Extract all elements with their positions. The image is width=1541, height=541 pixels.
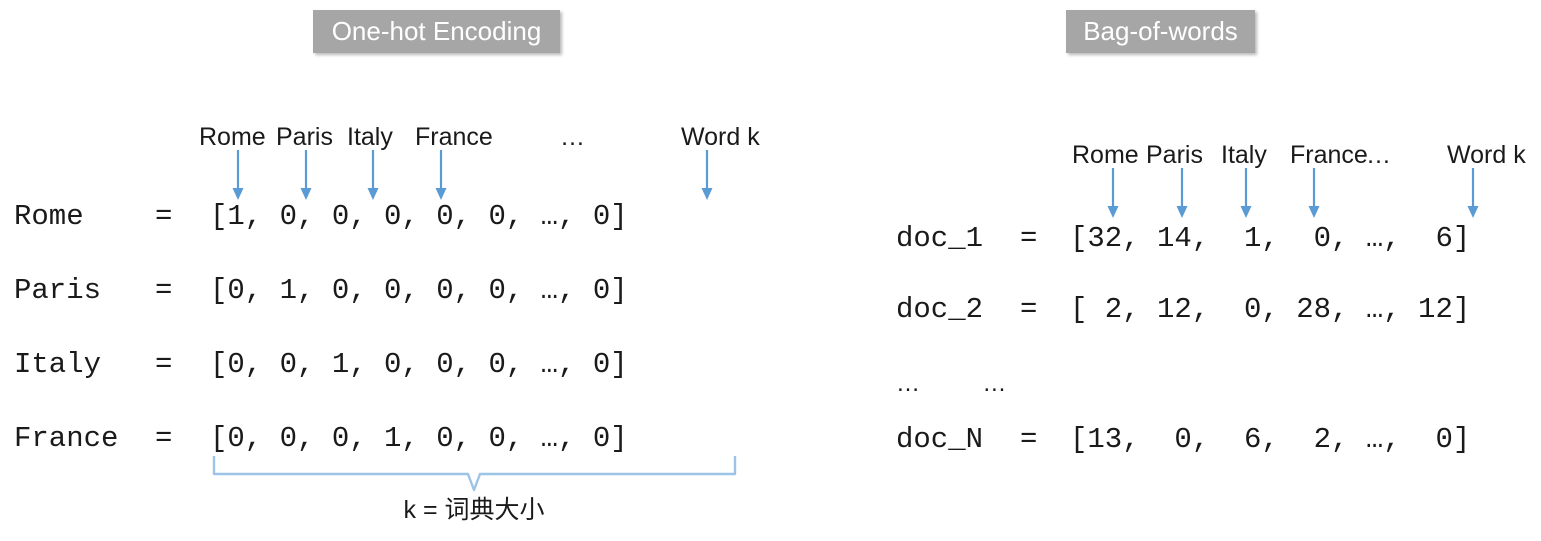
table-row-rome-label: Rome [14,200,119,233]
column-header-paris-right: Paris [1146,141,1203,169]
table-row-ellipsis-right: … … [896,370,1008,397]
down-arrow-icon-france-left [435,150,447,200]
table-row-doc-n-equals: = [1020,423,1038,456]
table-row-rome-equals: = [155,200,173,233]
column-header-word-k-right: Word k [1447,141,1526,169]
column-header-ellipsis-right: … [1366,141,1391,169]
table-row-italy-equals: = [155,348,173,381]
table-row-italy-label: Italy [14,348,119,381]
column-header-paris-left: Paris [276,123,333,151]
banner-one-hot-encoding: One-hot Encoding [313,10,560,53]
table-row-doc-2-vector: [ 2, 12, 0, 28, …, 12] [1070,293,1471,326]
column-header-france-right: France [1290,141,1368,169]
down-arrow-icon-italy-right [1240,168,1252,218]
dimension-brace [212,456,737,492]
table-row-france-label: France [14,422,119,455]
down-arrow-icon-paris-left [300,150,312,200]
table-row-paris-vector: [0, 1, 0, 0, 0, 0, …, 0] [210,274,628,307]
table-row-doc-1-vector: [32, 14, 1, 0, …, 6] [1070,222,1471,255]
column-header-ellipsis-left: … [560,123,585,151]
down-arrow-icon-word-k-right [1467,168,1479,218]
table-row-doc-2-label: doc_2 [896,293,1001,326]
column-header-rome-right: Rome [1072,141,1139,169]
brace-caption-dictionary-size: k = 词典大小 [403,496,545,524]
column-header-italy-right: Italy [1221,141,1267,169]
table-row-doc-2-equals: = [1020,293,1038,326]
table-row-rome-vector: [1, 0, 0, 0, 0, 0, …, 0] [210,200,628,233]
down-arrow-icon-france-right [1308,168,1320,218]
table-row-paris-equals: = [155,274,173,307]
down-arrow-icon-word-k-left [701,150,713,200]
table-row-doc-1-label: doc_1 [896,222,1001,255]
banner-bag-of-words: Bag-of-words [1066,10,1255,53]
table-row-italy-vector: [0, 0, 1, 0, 0, 0, …, 0] [210,348,628,381]
table-row-france-equals: = [155,422,173,455]
table-row-doc-n-label: doc_N [896,423,1001,456]
down-arrow-icon-paris-right [1176,168,1188,218]
column-header-rome-left: Rome [199,123,266,151]
column-header-france-left: France [415,123,493,151]
table-row-paris-label: Paris [14,274,119,307]
down-arrow-icon-italy-left [367,150,379,200]
table-row-doc-1-equals: = [1020,222,1038,255]
column-header-word-k-left: Word k [681,123,760,151]
column-header-italy-left: Italy [347,123,393,151]
down-arrow-icon-rome-left [232,150,244,200]
down-arrow-icon-rome-right [1107,168,1119,218]
table-row-doc-n-vector: [13, 0, 6, 2, …, 0] [1070,423,1471,456]
